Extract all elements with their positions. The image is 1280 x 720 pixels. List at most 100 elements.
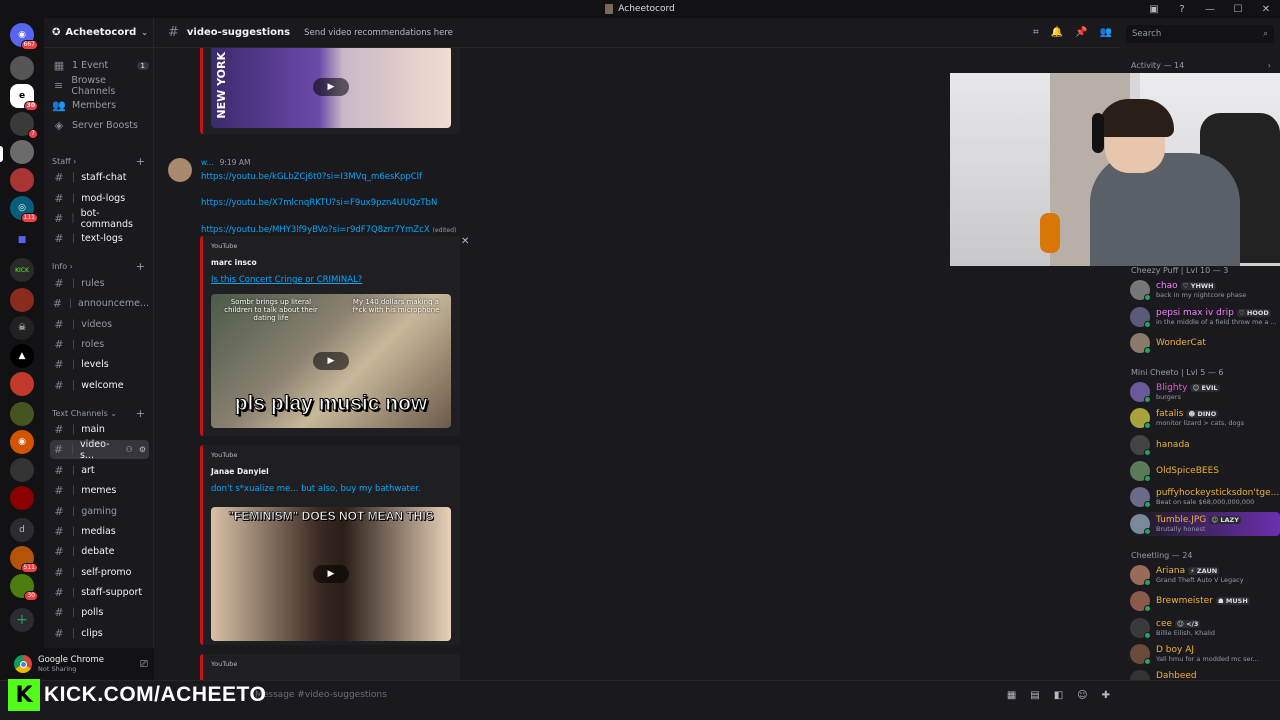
gear-icon[interactable]: ⚙ xyxy=(139,445,146,454)
member-item[interactable]: OldSpiceBEES xyxy=(1130,459,1280,483)
video-thumbnail[interactable]: NEW YORK ▶ xyxy=(211,48,451,128)
embed-title[interactable]: don't s*xualize me... but also, buy my b… xyxy=(211,484,421,494)
server-icon[interactable]: ◉ xyxy=(10,430,34,454)
channel-item[interactable]: # | staff-support xyxy=(50,583,149,602)
channel-item[interactable]: # | announceme... xyxy=(50,294,149,313)
member-item[interactable]: Blighty ☺ EVIL burgers xyxy=(1130,380,1280,404)
members-icon[interactable]: 👥 xyxy=(1100,27,1112,38)
play-icon[interactable]: ▶ xyxy=(313,78,349,96)
channel-item[interactable]: # | text-logs xyxy=(50,229,149,248)
sticker-icon[interactable]: ◧ xyxy=(1054,690,1063,701)
server-header[interactable]: ✪ Acheetocord ⌄ xyxy=(44,18,153,48)
member-item[interactable]: WonderCat xyxy=(1130,331,1280,355)
member-item[interactable]: hanada xyxy=(1130,433,1280,457)
members-item[interactable]: 👥 Members xyxy=(50,96,149,115)
channel-item[interactable]: # | main xyxy=(50,420,149,439)
server-icon[interactable]: KICK xyxy=(10,258,34,282)
channel-item[interactable]: # | rules xyxy=(50,274,149,293)
invite-icon[interactable]: ⚇ xyxy=(126,445,133,454)
screen-share-icon[interactable]: ⎚ xyxy=(140,659,148,670)
maximize-button[interactable]: ☐ xyxy=(1224,4,1252,15)
embed-author[interactable]: marc insco xyxy=(211,258,257,267)
server-icon[interactable] xyxy=(10,458,34,482)
plus-icon[interactable]: + xyxy=(136,407,145,420)
member-item[interactable]: D boy AJ Yall hmu for a modded mc ser... xyxy=(1130,642,1280,666)
video-thumbnail[interactable]: "FEMINISM" DOES NOT MEAN THIS ▶ xyxy=(211,507,451,641)
channel-item[interactable]: # | mod-logs xyxy=(50,189,149,208)
gift-icon[interactable]: ▦ xyxy=(1007,690,1016,701)
member-item[interactable]: Brewmeister ☗ MUSH xyxy=(1130,589,1280,613)
server-icon[interactable]: 30 xyxy=(10,574,38,601)
add-server-icon[interactable]: + xyxy=(10,608,34,632)
home-button[interactable]: ◉ 667 xyxy=(10,23,38,50)
server-icon[interactable] xyxy=(10,288,34,312)
emoji-icon[interactable]: ☺ xyxy=(1077,690,1087,701)
channel-item[interactable]: # | video-s... ⚇ ⚙ xyxy=(50,439,149,461)
server-icon[interactable]: 511 xyxy=(10,546,38,573)
channel-item[interactable]: # | welcome xyxy=(50,376,149,395)
minimize-button[interactable]: — xyxy=(1196,4,1224,15)
server-boosts-item[interactable]: ◈ Server Boosts xyxy=(50,116,149,135)
apps-icon[interactable]: ✚ xyxy=(1102,690,1110,701)
server-icon[interactable]: d xyxy=(10,518,34,542)
message-author[interactable]: w... xyxy=(201,158,214,167)
channel-item[interactable]: # | roles xyxy=(50,335,149,354)
embed-title[interactable]: Is this Concert Cringe or CRIMINAL? xyxy=(211,275,362,285)
channel-item[interactable]: # | self-promo xyxy=(50,563,149,582)
server-icon[interactable]: 7 xyxy=(10,112,38,139)
member-item[interactable]: Tumble.JPG ☺ LAZY Brutally honest xyxy=(1130,511,1280,536)
channel-item[interactable]: # | art xyxy=(50,461,149,480)
channel-item[interactable]: # | medias xyxy=(50,522,149,541)
member-item[interactable]: puffyhockeysticksdon'tge... Beat on sale … xyxy=(1130,485,1280,509)
pin-icon[interactable]: 📌 xyxy=(1075,27,1087,38)
play-icon[interactable]: ▶ xyxy=(313,565,349,583)
events-item[interactable]: ▦ 1 Event 1 xyxy=(50,56,149,75)
channel-item[interactable]: # | levels xyxy=(50,355,149,374)
channel-item[interactable]: # | gaming xyxy=(50,502,149,521)
close-button[interactable]: ✕ xyxy=(1252,4,1280,15)
member-item[interactable]: cee ☺ </3 Billie Eilish, Khalid xyxy=(1130,616,1280,640)
server-icon[interactable] xyxy=(10,486,34,510)
channel-item[interactable]: # | clips xyxy=(50,624,149,643)
play-icon[interactable]: ▶ xyxy=(313,352,349,370)
message-input[interactable]: Message #video-suggestions xyxy=(255,690,387,700)
message-link[interactable]: https://youtu.be/MHY3lf9yBVo?si=r9dF7Q8z… xyxy=(201,225,430,235)
server-icon[interactable] xyxy=(10,372,34,396)
search-input[interactable]: Search ⌕ xyxy=(1126,25,1274,43)
server-icon[interactable]: e 30 xyxy=(10,84,38,111)
embed-author[interactable]: Janae Danyiel xyxy=(211,467,269,476)
server-icon[interactable]: ◎ 111 xyxy=(10,196,38,223)
channel-item[interactable]: # | memes xyxy=(50,481,149,500)
channel-item[interactable]: # | staff-chat xyxy=(50,168,149,187)
message-link[interactable]: https://youtu.be/kGLbZCj6t0?si=I3MVq_m6e… xyxy=(201,172,422,182)
member-item[interactable]: fatalis ☻ DINO monitor lizard > cats, dogs xyxy=(1130,406,1280,430)
member-item[interactable]: Ariana ⚡ ZAUN Grand Theft Auto V Legacy xyxy=(1130,563,1280,587)
category-info[interactable]: Info › + xyxy=(52,259,145,273)
server-icon[interactable] xyxy=(10,56,34,80)
bell-icon[interactable]: 🔔 xyxy=(1051,27,1063,38)
member-item[interactable]: pepsi max iv drip ♡ HOOD in the middle of … xyxy=(1130,305,1280,329)
remove-embed-icon[interactable]: ✕ xyxy=(461,236,469,247)
message-link[interactable]: https://youtu.be/X7mlcnqRKTU?si=F9ux9pzn… xyxy=(201,198,437,208)
plus-icon[interactable]: + xyxy=(136,155,145,168)
video-embed[interactable]: NEW YORK ▶ xyxy=(200,48,460,134)
activity-header[interactable]: Activity — 14 › xyxy=(1131,61,1271,70)
channel-item[interactable]: # | polls xyxy=(50,603,149,622)
folder-icon[interactable]: ■ xyxy=(10,228,34,252)
category-text-channels[interactable]: Text Channels ⌄ + xyxy=(52,406,145,420)
server-icon[interactable] xyxy=(10,402,34,426)
channel-item[interactable]: # | debate xyxy=(50,542,149,561)
browse-channels-item[interactable]: ≡ Browse Channels xyxy=(50,75,149,97)
help-icon[interactable]: ? xyxy=(1168,4,1196,15)
video-thumbnail[interactable]: Sombr brings up literal children to talk… xyxy=(211,294,451,428)
server-icon[interactable]: ▲ xyxy=(10,344,34,368)
avatar[interactable] xyxy=(168,158,192,182)
member-item[interactable]: chao ♡ YHWH back in my nightcore phase xyxy=(1130,278,1280,302)
threads-icon[interactable]: ⌗ xyxy=(1033,27,1039,38)
channel-item[interactable]: # | bot-commands xyxy=(50,208,149,230)
gif-icon[interactable]: ▤ xyxy=(1030,690,1039,701)
inbox-icon[interactable]: ▣ xyxy=(1140,4,1168,15)
server-icon[interactable] xyxy=(10,140,34,164)
channel-topic[interactable]: Send video recommendations here xyxy=(304,28,453,38)
plus-icon[interactable]: + xyxy=(136,260,145,273)
